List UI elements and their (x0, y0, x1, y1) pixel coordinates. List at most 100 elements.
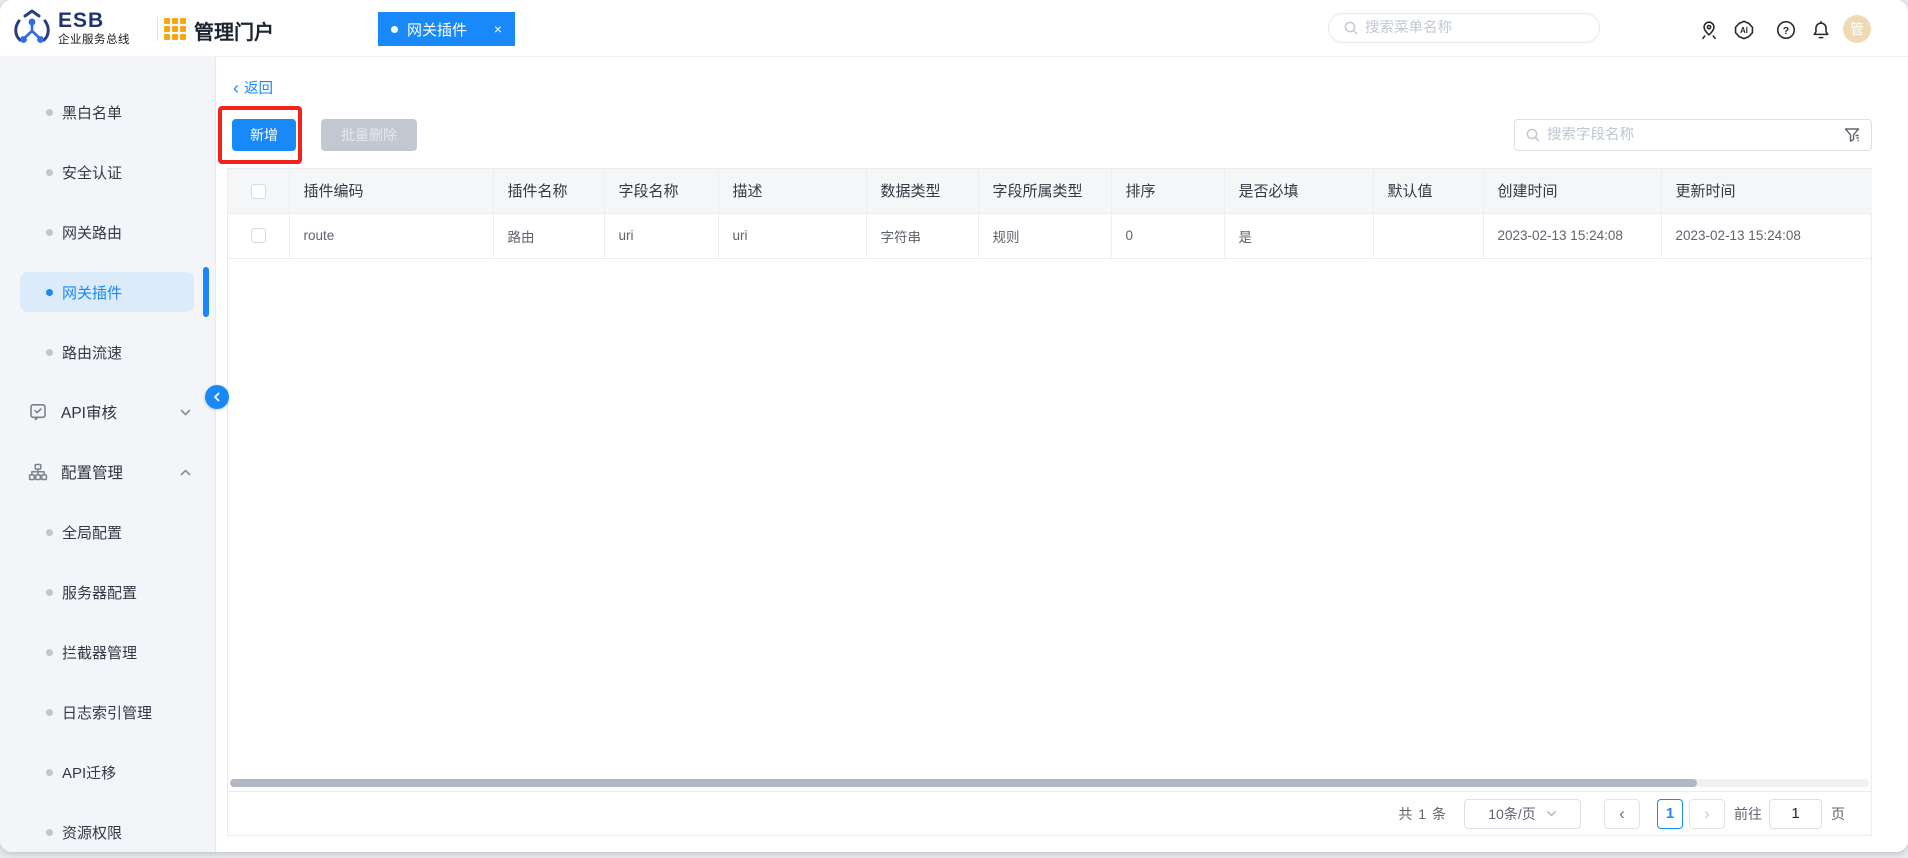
next-page-button[interactable]: › (1689, 798, 1725, 829)
bullet-dot-icon (46, 348, 53, 356)
bullet-dot-icon (46, 768, 53, 776)
horizontal-scrollbar-thumb[interactable] (230, 779, 1697, 787)
sidebar-group-config-management[interactable]: 配置管理 (20, 452, 194, 492)
sidebar-item-server-config[interactable]: 服务器配置 (20, 572, 194, 612)
cell-plugin-name: 路由 (493, 213, 605, 259)
tab-label: 网关插件 (407, 21, 468, 39)
tab-close-icon[interactable]: × (484, 21, 502, 37)
table-row[interactable]: route 路由 uri uri 字符串 规则 0 是 2023-02-13 1… (228, 213, 1872, 259)
select-all-cell (228, 169, 290, 214)
col-header-plugin-code: 插件编码 (289, 169, 494, 214)
ai-assistant-icon[interactable]: AI (1733, 19, 1755, 41)
add-button[interactable]: 新增 (232, 119, 296, 151)
cell-required: 是 (1224, 213, 1374, 259)
bullet-dot-icon (46, 288, 53, 296)
cell-data-type: 字符串 (866, 213, 979, 259)
menu-search-input[interactable] (1365, 20, 1585, 36)
select-all-checkbox[interactable] (250, 183, 266, 199)
cell-updated-at: 2023-02-13 15:24:08 (1661, 213, 1872, 259)
sidebar-item-api-migration[interactable]: API迁移 (20, 752, 194, 792)
pagination-bar: 共 1 条 10条/页 ‹ 1 › 前往 页 (228, 791, 1871, 835)
logo-text: ESB 企业服务总线 (58, 10, 130, 47)
row-checkbox[interactable] (250, 228, 266, 244)
page-size-select[interactable]: 10条/页 (1464, 798, 1581, 829)
notification-bell-icon[interactable] (1810, 19, 1832, 41)
bullet-dot-icon (46, 528, 53, 536)
cell-default-value (1373, 213, 1484, 259)
field-search-input[interactable] (1547, 127, 1843, 143)
cell-plugin-code: route (289, 213, 494, 259)
doc-check-icon (30, 403, 46, 421)
sidebar-item-resource-permission[interactable]: 资源权限 (20, 812, 194, 852)
table-header-row: 插件编码 插件名称 字段名称 描述 数据类型 字段所属类型 排序 是否必填 默认… (228, 169, 1872, 214)
help-icon[interactable]: ? (1775, 19, 1797, 41)
cell-sort: 0 (1111, 213, 1225, 259)
col-header-plugin-name: 插件名称 (493, 169, 605, 214)
col-header-sort: 排序 (1111, 169, 1225, 214)
goto-label: 前往 (1734, 805, 1762, 822)
back-label: 返回 (244, 81, 273, 97)
portal-title: 管理门户 (194, 22, 274, 44)
total-count-label: 共 1 条 (1398, 805, 1447, 822)
cell-created-at: 2023-02-13 15:24:08 (1483, 213, 1662, 259)
col-header-field-owner-type: 字段所属类型 (978, 169, 1112, 214)
bullet-dot-icon (46, 828, 53, 836)
toolbar: 新增 批量删除 (218, 106, 1872, 164)
header-divider (157, 17, 158, 41)
cell-field-owner-type: 规则 (978, 213, 1112, 259)
goto-page-input[interactable] (1769, 798, 1822, 829)
location-pin-icon[interactable] (1698, 19, 1720, 41)
page-size-value: 10条/页 (1488, 805, 1536, 822)
col-header-created-at: 创建时间 (1483, 169, 1662, 214)
page-unit-label: 页 (1831, 805, 1845, 822)
back-link[interactable]: ‹ 返回 (233, 77, 303, 98)
prev-page-button[interactable]: ‹ (1604, 798, 1640, 829)
apps-grid-icon[interactable] (164, 18, 186, 40)
sidebar-item-global-config[interactable]: 全局配置 (20, 512, 194, 552)
field-search-box[interactable] (1514, 119, 1872, 151)
logo-subtitle: 企业服务总线 (58, 34, 130, 46)
user-avatar[interactable]: 管 (1843, 15, 1871, 43)
sidebar-group-api-review[interactable]: API审核 (20, 392, 194, 432)
col-header-default-value: 默认值 (1373, 169, 1484, 214)
logo-title: ESB (58, 9, 105, 32)
bullet-dot-icon (46, 228, 53, 236)
sidebar-item-route-flow-rate[interactable]: 路由流速 (20, 332, 194, 372)
esb-logo-icon (14, 9, 50, 43)
chevron-up-icon (180, 469, 191, 475)
horizontal-scrollbar-track (230, 779, 1869, 787)
bullet-dot-icon (46, 108, 53, 116)
tab-gateway-plugin[interactable]: 网关插件 × (378, 12, 515, 46)
avatar-text: 管 (1850, 21, 1864, 37)
sidebar-item-security-auth[interactable]: 安全认证 (20, 152, 194, 192)
sidebar-item-interceptor-management[interactable]: 拦截器管理 (20, 632, 194, 672)
bullet-dot-icon (46, 708, 53, 716)
sidebar-collapse-toggle[interactable] (205, 385, 229, 409)
back-chevron-icon: ‹ (233, 77, 239, 98)
menu-search-box[interactable] (1328, 13, 1600, 43)
filter-funnel-icon[interactable] (1843, 126, 1861, 144)
current-page-number: 1 (1665, 805, 1675, 822)
sidebar-item-gateway-plugin[interactable]: 网关插件 (20, 267, 209, 317)
main-content: ‹ 返回 新增 批量删除 搜索字段名称 插件编码 插件名称 字段名称 描述 数据… (216, 57, 1908, 852)
chevron-left-icon: ‹ (1619, 803, 1625, 823)
chevron-right-icon: › (1704, 803, 1710, 823)
add-button-wrap: 新增 (218, 106, 302, 164)
row-select-cell (228, 213, 290, 259)
bullet-dot-icon (46, 588, 53, 596)
bullet-dot-icon (46, 648, 53, 656)
col-header-data-type: 数据类型 (866, 169, 979, 214)
ai-badge-text: AI (1740, 26, 1748, 35)
sidebar-item-gateway-route[interactable]: 网关路由 (20, 212, 194, 252)
top-header: ESB 企业服务总线 管理门户 网关插件 × AI (0, 0, 1908, 57)
chevron-left-icon (214, 392, 220, 402)
table-panel: 插件编码 插件名称 字段名称 描述 数据类型 字段所属类型 排序 是否必填 默认… (227, 168, 1872, 836)
batch-delete-button: 批量删除 (321, 119, 417, 151)
cell-field-name: uri (604, 213, 719, 259)
table-empty-area (228, 259, 1871, 780)
chevron-down-icon (180, 409, 191, 415)
sitemap-icon (28, 463, 48, 481)
sidebar-item-blackwhite-list[interactable]: 黑白名单 (20, 92, 194, 132)
current-page-button[interactable]: 1 (1657, 798, 1683, 829)
sidebar-item-log-index-management[interactable]: 日志索引管理 (20, 692, 194, 732)
